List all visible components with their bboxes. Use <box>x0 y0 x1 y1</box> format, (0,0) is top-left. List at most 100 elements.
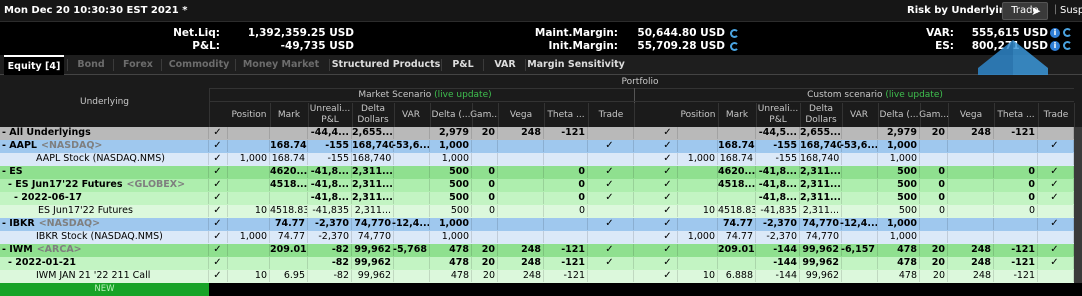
underlying-name[interactable]: - All Underlyings <box>0 127 209 139</box>
new-row-button[interactable]: NEW <box>0 283 209 296</box>
underlying-name[interactable]: - 2022-01-21 <box>0 257 209 269</box>
include-checkbox[interactable]: ✓ <box>210 140 228 152</box>
trade-checkbox[interactable] <box>588 270 634 282</box>
trade-checkbox[interactable]: ✓ <box>1038 244 1074 256</box>
trade-checkbox[interactable]: ✓ <box>588 218 634 230</box>
trade-checkbox[interactable] <box>1038 205 1074 217</box>
table-row[interactable]: IBKR Stock (NASDAQ.NMS) ✓ ✓ 1,000 74.77 -2,37… <box>0 231 1082 244</box>
market-col-6[interactable]: Gam... <box>470 103 500 127</box>
table-row[interactable]: - 2022-06-17 ✓ ✓ -41,8... 2,311... 500 0 0 ✓ -41,… <box>0 192 1082 205</box>
trade-checkbox[interactable] <box>1038 153 1074 165</box>
custom-col-9[interactable]: Trade <box>1038 103 1074 127</box>
tab-structured-products[interactable]: Structured Products <box>330 55 442 75</box>
market-col-9[interactable]: Trade <box>588 103 634 127</box>
market-col-0[interactable]: Position <box>228 103 270 127</box>
include-checkbox[interactable]: ✓ <box>660 140 678 152</box>
info-icon[interactable]: i <box>1050 41 1060 51</box>
include-checkbox[interactable]: ✓ <box>210 257 228 269</box>
tab-margin-sensitivity[interactable]: Margin Sensitivity <box>526 55 626 75</box>
include-checkbox[interactable]: ✓ <box>660 257 678 269</box>
underlying-name[interactable]: ES Jun17'22 Futures <box>0 205 209 217</box>
market-col-4[interactable]: VAR <box>392 103 430 127</box>
include-checkbox[interactable]: ✓ <box>210 218 228 230</box>
include-checkbox[interactable]: ✓ <box>660 166 678 178</box>
include-checkbox[interactable]: ✓ <box>660 244 678 256</box>
include-checkbox[interactable]: ✓ <box>210 270 228 282</box>
table-row[interactable]: - 2022-01-21 ✓ ✓ -82 99,962 478 20 248 -121 ✓ -144… <box>0 257 1082 270</box>
custom-col-3[interactable]: Delta Dollars <box>800 103 842 127</box>
include-checkbox[interactable]: ✓ <box>210 166 228 178</box>
trade-checkbox[interactable]: ✓ <box>588 166 634 178</box>
table-row[interactable]: - ES Jun17'22 Futures <GLOBEX> ✓ ✓ 4518.... -… <box>0 179 1082 192</box>
tab-var[interactable]: VAR <box>484 55 526 75</box>
trade-checkbox[interactable]: ✓ <box>1038 192 1074 204</box>
trade-checkbox[interactable]: ✓ <box>588 140 634 152</box>
include-checkbox[interactable]: ✓ <box>210 127 228 139</box>
include-checkbox[interactable]: ✓ <box>660 205 678 217</box>
underlying-header[interactable]: Underlying <box>0 97 209 108</box>
table-row[interactable]: - All Underlyings ✓ ✓ -44,4... 2,655... 2,979… <box>0 127 1082 140</box>
trade-checkbox[interactable] <box>588 231 634 243</box>
include-checkbox[interactable]: ✓ <box>210 153 228 165</box>
include-checkbox[interactable]: ✓ <box>660 179 678 191</box>
tab-money-market[interactable]: Money Market <box>236 55 326 75</box>
refresh-icon[interactable] <box>1063 41 1072 50</box>
tab-p-l[interactable]: P&L <box>442 55 484 75</box>
include-checkbox[interactable]: ✓ <box>660 153 678 165</box>
custom-col-4[interactable]: VAR <box>840 103 878 127</box>
tab-bond[interactable]: Bond <box>68 55 114 75</box>
trade-checkbox[interactable] <box>1038 270 1074 282</box>
custom-col-7[interactable]: Vega <box>948 103 994 127</box>
custom-col-1[interactable]: Mark <box>718 103 756 127</box>
trade-checkbox[interactable] <box>588 205 634 217</box>
refresh-icon[interactable] <box>730 42 739 51</box>
include-checkbox[interactable]: ✓ <box>660 218 678 230</box>
vertical-scrollbar[interactable] <box>1074 127 1082 283</box>
custom-col-6[interactable]: Gam... <box>919 103 949 127</box>
table-row[interactable]: - IWM <ARCA> ✓ ✓ 209.01 -82 99,962 -5,768 478 20 2… <box>0 244 1082 257</box>
trade-checkbox[interactable]: ✓ <box>588 192 634 204</box>
market-col-8[interactable]: Theta ... <box>544 103 588 127</box>
trade-checkbox[interactable]: ✓ <box>588 257 634 269</box>
market-col-2[interactable]: Unreali... P&L <box>308 103 352 127</box>
table-row[interactable]: - IBKR <NASDAQ> ✓ ✓ 74.77 -2,370 74,770 -12,4..… <box>0 218 1082 231</box>
market-col-5[interactable]: Delta (... <box>430 103 472 127</box>
trade-checkbox[interactable] <box>1038 231 1074 243</box>
include-checkbox[interactable]: ✓ <box>210 179 228 191</box>
include-checkbox[interactable]: ✓ <box>660 192 678 204</box>
trade-checkbox[interactable] <box>588 153 634 165</box>
market-col-1[interactable]: Mark <box>270 103 308 127</box>
underlying-name[interactable]: - 2022-06-17 <box>0 192 209 204</box>
market-col-3[interactable]: Delta Dollars <box>352 103 394 127</box>
trade-checkbox[interactable]: ✓ <box>1038 166 1074 178</box>
include-checkbox[interactable]: ✓ <box>210 205 228 217</box>
trade-checkbox[interactable]: ✓ <box>588 179 634 191</box>
market-col-7[interactable]: Vega <box>498 103 544 127</box>
tab-commodity[interactable]: Commodity <box>162 55 236 75</box>
trade-checkbox[interactable]: ✓ <box>1038 218 1074 230</box>
trade-button[interactable]: Trade <box>1002 2 1048 20</box>
include-checkbox[interactable]: ✓ <box>660 231 678 243</box>
suspend-button[interactable]: Susp <box>1060 5 1082 16</box>
underlying-name[interactable]: IWM JAN 21 '22 211 Call <box>0 270 209 282</box>
include-checkbox[interactable]: ✓ <box>210 244 228 256</box>
table-row[interactable]: - ES ✓ ✓ 4620.... -41,8... 2,311... 500 0 0 ✓ 4620… <box>0 166 1082 179</box>
include-checkbox[interactable]: ✓ <box>660 270 678 282</box>
tab-forex[interactable]: Forex <box>114 55 162 75</box>
trade-checkbox[interactable]: ✓ <box>1038 257 1074 269</box>
table-row[interactable]: ES Jun17'22 Futures ✓ ✓ 10 4518.83 -41,835 2,3… <box>0 205 1082 218</box>
include-checkbox[interactable]: ✓ <box>210 231 228 243</box>
underlying-name[interactable]: - AAPL <NASDAQ> <box>0 140 209 152</box>
trade-checkbox[interactable] <box>1038 127 1074 139</box>
underlying-name[interactable]: IBKR Stock (NASDAQ.NMS) <box>0 231 209 243</box>
include-checkbox[interactable]: ✓ <box>210 192 228 204</box>
trade-checkbox[interactable] <box>588 127 634 139</box>
trade-checkbox[interactable]: ✓ <box>1038 179 1074 191</box>
tab-equity-4[interactable]: Equity [4] <box>4 55 64 75</box>
trade-checkbox[interactable]: ✓ <box>588 244 634 256</box>
include-checkbox[interactable]: ✓ <box>660 127 678 139</box>
underlying-name[interactable]: - IWM <ARCA> <box>0 244 209 256</box>
info-icon[interactable]: i <box>1050 28 1060 38</box>
trade-checkbox[interactable]: ✓ <box>1038 140 1074 152</box>
underlying-name[interactable]: - ES Jun17'22 Futures <GLOBEX> <box>0 179 209 191</box>
